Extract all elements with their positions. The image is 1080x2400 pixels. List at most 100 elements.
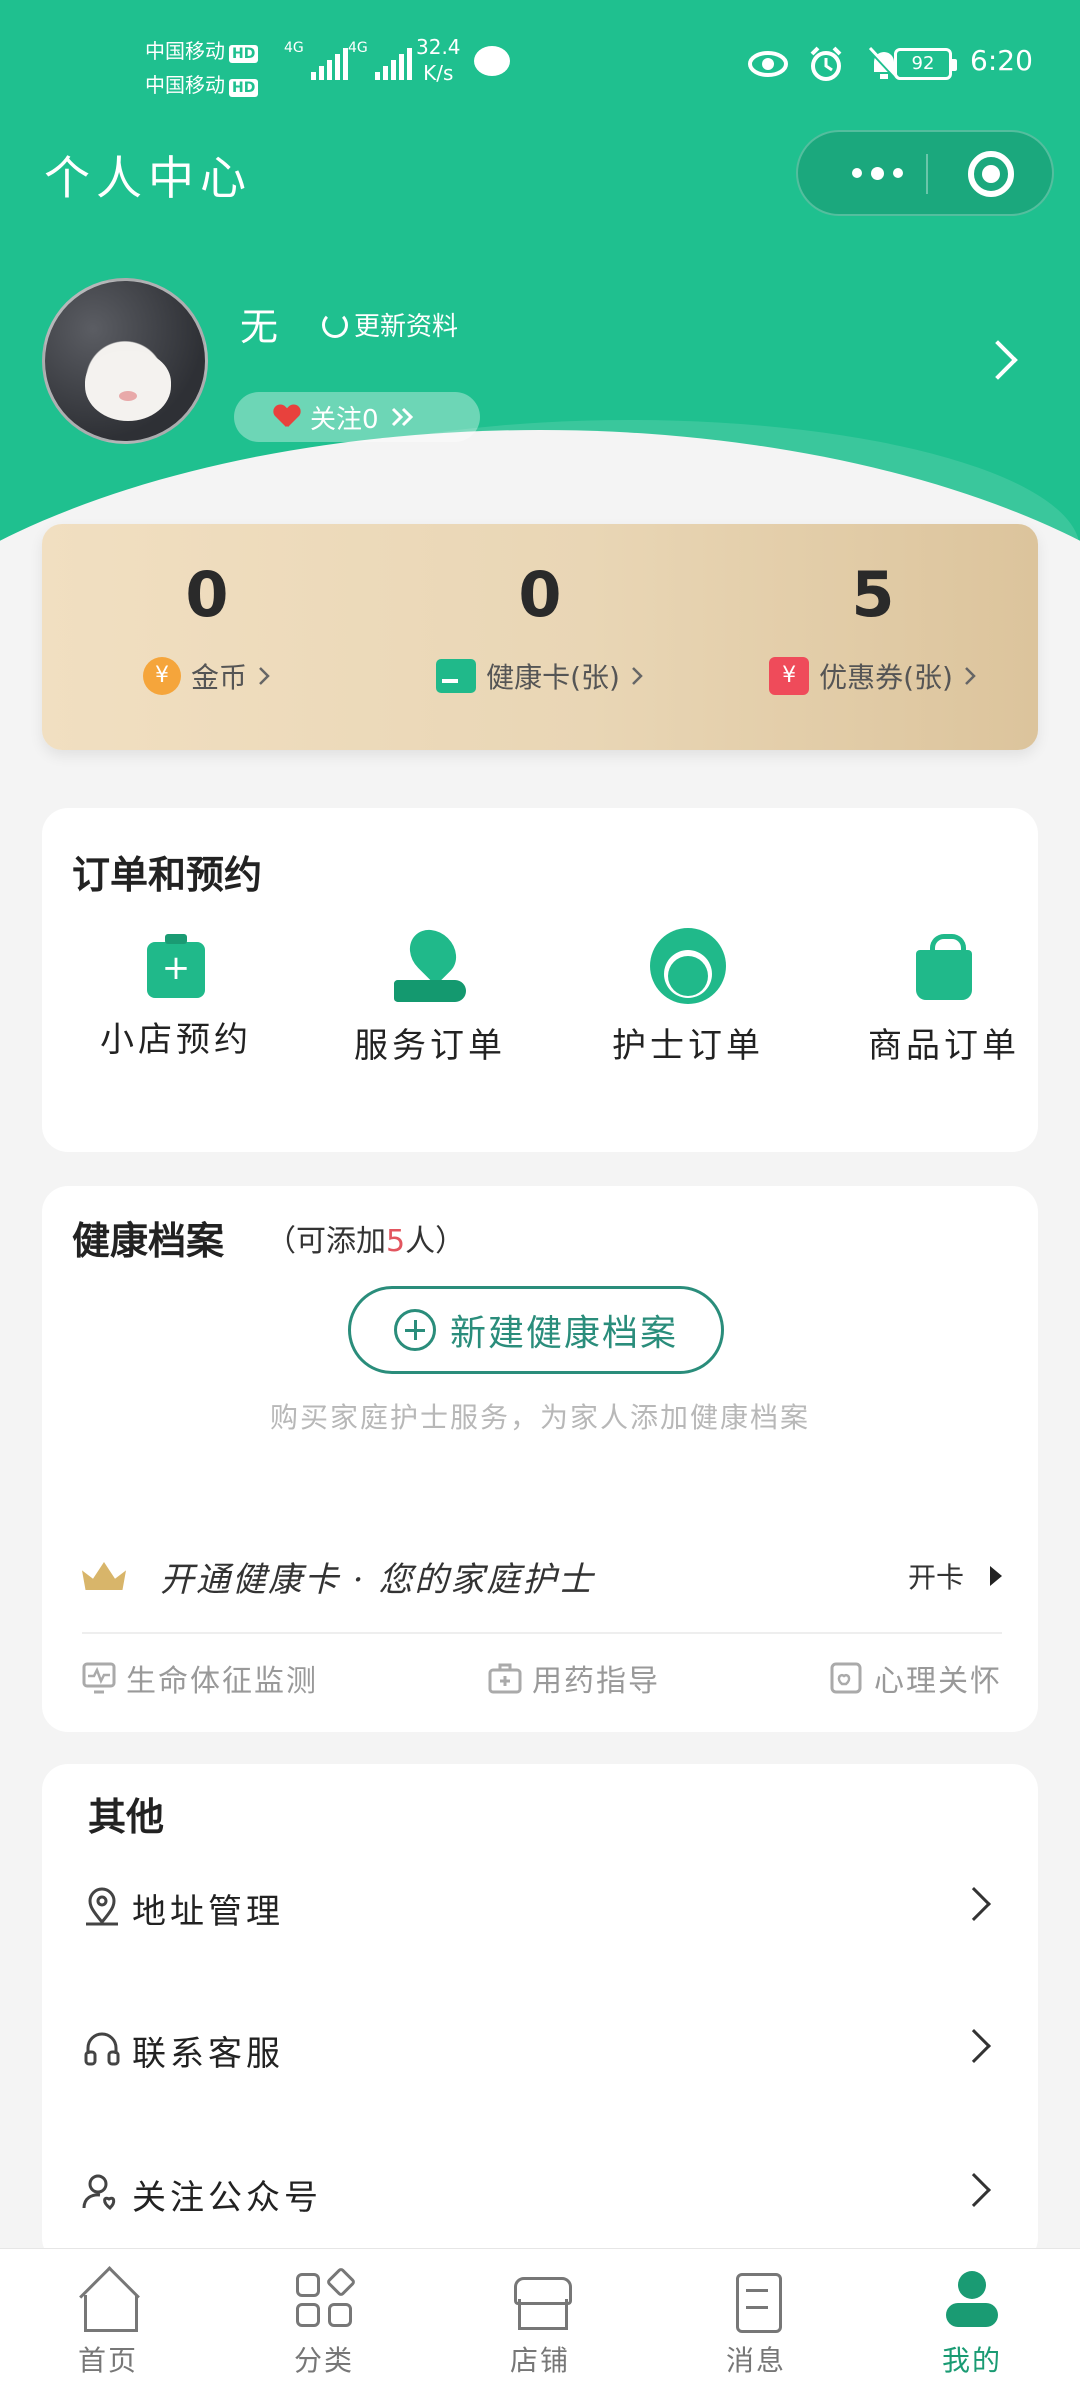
new-health-record-label: 新建健康档案 [449, 1313, 678, 1354]
username: 无 [240, 305, 279, 349]
order-label: 商品订单 [868, 1026, 1020, 1066]
asset-coins[interactable]: 0 ¥ 金币 [42, 560, 372, 696]
coupon-icon: ¥ [769, 657, 810, 695]
page-title: 个人中心 [44, 151, 252, 205]
network-type: 4G [284, 40, 304, 56]
store-icon [508, 2269, 572, 2331]
hd-badge: HD [229, 79, 259, 97]
asset-coupons[interactable]: 5 ¥ 优惠券(张) [708, 560, 1038, 696]
triangle-right-icon [990, 1566, 1002, 1586]
order-label: 护士订单 [612, 1026, 764, 1066]
health-card-promo[interactable]: 开通健康卡 · 您的家庭护士 开卡 [82, 1546, 1002, 1606]
home-icon [76, 2269, 140, 2332]
tab-home[interactable]: 首页 [38, 2269, 178, 2379]
monitor-icon [82, 1662, 116, 1694]
menu-label: 联系客服 [132, 2034, 284, 2074]
chat-bubble-icon [474, 46, 510, 76]
asset-value: 0 [185, 558, 229, 631]
profile-icon [940, 2269, 1004, 2331]
carrier-name: 中国移动 [145, 39, 225, 63]
health-title: 健康档案 [72, 1218, 225, 1263]
benefit-label: 用药指导 [532, 1664, 660, 1699]
order-nurse[interactable]: 护士订单 [568, 928, 808, 1067]
tab-label: 首页 [77, 2344, 138, 2377]
orders-card: 订单和预约 小店预约 服务订单 护士订单 商品订单 [42, 808, 1038, 1152]
update-profile-label: 更新资料 [354, 312, 459, 342]
tab-store[interactable]: 店铺 [470, 2269, 610, 2379]
speed-unit: K/s [423, 61, 454, 85]
tab-messages[interactable]: 消息 [686, 2269, 826, 2379]
close-mini-program-button[interactable] [968, 151, 1014, 197]
subtitle-suffix: 人） [405, 1224, 466, 1259]
tab-profile[interactable]: 我的 [902, 2269, 1042, 2379]
order-label: 小店预约 [100, 1020, 252, 1060]
other-title: 其他 [88, 1794, 165, 1839]
menu-label: 关注公众号 [132, 2178, 322, 2218]
more-button[interactable] [832, 132, 922, 214]
carrier-name: 中国移动 [145, 73, 225, 97]
network-speed: 32.4 K/s [416, 34, 461, 86]
double-chevron-right-icon [391, 407, 413, 427]
order-service[interactable]: 服务订单 [310, 928, 550, 1067]
system-icons [748, 44, 904, 84]
message-icon [724, 2269, 788, 2333]
chevron-right-icon [965, 667, 976, 685]
location-pin-icon [86, 1887, 118, 1926]
open-card-label: 开卡 [907, 1561, 964, 1594]
chevron-right-icon [957, 2173, 991, 2207]
health-subtitle: （可添加5人） [266, 1216, 465, 1260]
order-shop-booking[interactable]: 小店预约 [56, 928, 296, 1061]
open-card-button[interactable]: 开卡 [908, 1556, 1002, 1596]
order-product[interactable]: 商品订单 [824, 928, 1064, 1067]
bottom-tab-bar: 首页 分类 店铺 消息 我的 [0, 2248, 1080, 2400]
order-label: 服务订单 [354, 1026, 506, 1066]
tab-label: 消息 [725, 2344, 786, 2377]
clipboard-icon [147, 934, 205, 998]
asset-label: 健康卡(张) [486, 661, 620, 694]
hd-badge: HD [229, 45, 259, 63]
category-icon [292, 2266, 357, 2331]
medicine-kit-icon [488, 1663, 522, 1694]
eye-icon [748, 51, 788, 77]
asset-value: 0 [518, 558, 562, 631]
follow-button[interactable]: 关注0 [234, 392, 480, 442]
asset-label: 金币 [190, 661, 247, 694]
capsule-divider [926, 154, 928, 194]
avatar[interactable] [42, 278, 208, 444]
status-bar: 中国移动 HD 中国移动 HD 4G 4G 32.4 K/s 92 6:20 [0, 0, 1080, 130]
divider [82, 1632, 1002, 1634]
new-health-record-button[interactable]: 新建健康档案 [348, 1286, 724, 1374]
signal-icon: 4G [348, 40, 412, 80]
benefit-item: 用药指导 [488, 1656, 660, 1700]
follow-label: 关注0 [310, 404, 379, 435]
menu-item-customer-service[interactable]: 联系客服 [82, 2008, 1002, 2088]
tab-category[interactable]: 分类 [254, 2266, 394, 2379]
heart-hand-icon [392, 928, 468, 1004]
network-type: 4G [348, 40, 368, 56]
health-hint: 购买家庭护士服务，为家人添加健康档案 [269, 1401, 810, 1434]
benefits-list: 生命体征监测 用药指导 心理关怀 [82, 1656, 1002, 1700]
assets-card: 0 ¥ 金币 0 健康卡(张) 5 ¥ 优惠券(张) [42, 524, 1038, 750]
user-heart-icon [82, 2174, 116, 2210]
asset-health-cards[interactable]: 0 健康卡(张) [375, 560, 705, 696]
benefit-item: 生命体征监测 [82, 1656, 318, 1700]
shopping-bag-icon [906, 928, 982, 1004]
chevron-right-icon [957, 2029, 991, 2063]
coin-icon: ¥ [142, 657, 181, 695]
clock: 6:20 [970, 44, 1033, 77]
benefit-label: 生命体征监测 [126, 1664, 318, 1699]
tab-label: 分类 [293, 2344, 354, 2377]
health-records-card: 健康档案 （可添加5人） 新建健康档案 购买家庭护士服务，为家人添加健康档案 开… [42, 1186, 1038, 1732]
heart-icon [274, 405, 300, 429]
signal-icon: 4G [284, 40, 348, 80]
subtitle-count: 5 [386, 1224, 406, 1259]
mini-program-capsule [796, 130, 1054, 216]
promo-text: 开通健康卡 · 您的家庭护士 [160, 1560, 595, 1600]
menu-item-follow-account[interactable]: 关注公众号 [82, 2152, 1002, 2232]
refresh-icon [322, 311, 348, 338]
asset-value: 5 [851, 558, 895, 631]
orders-title: 订单和预约 [72, 852, 263, 897]
benefit-item: 心理关怀 [830, 1656, 1002, 1700]
menu-item-address[interactable]: 地址管理 [82, 1866, 1002, 1946]
update-profile-button[interactable]: 更新资料 [322, 306, 458, 343]
